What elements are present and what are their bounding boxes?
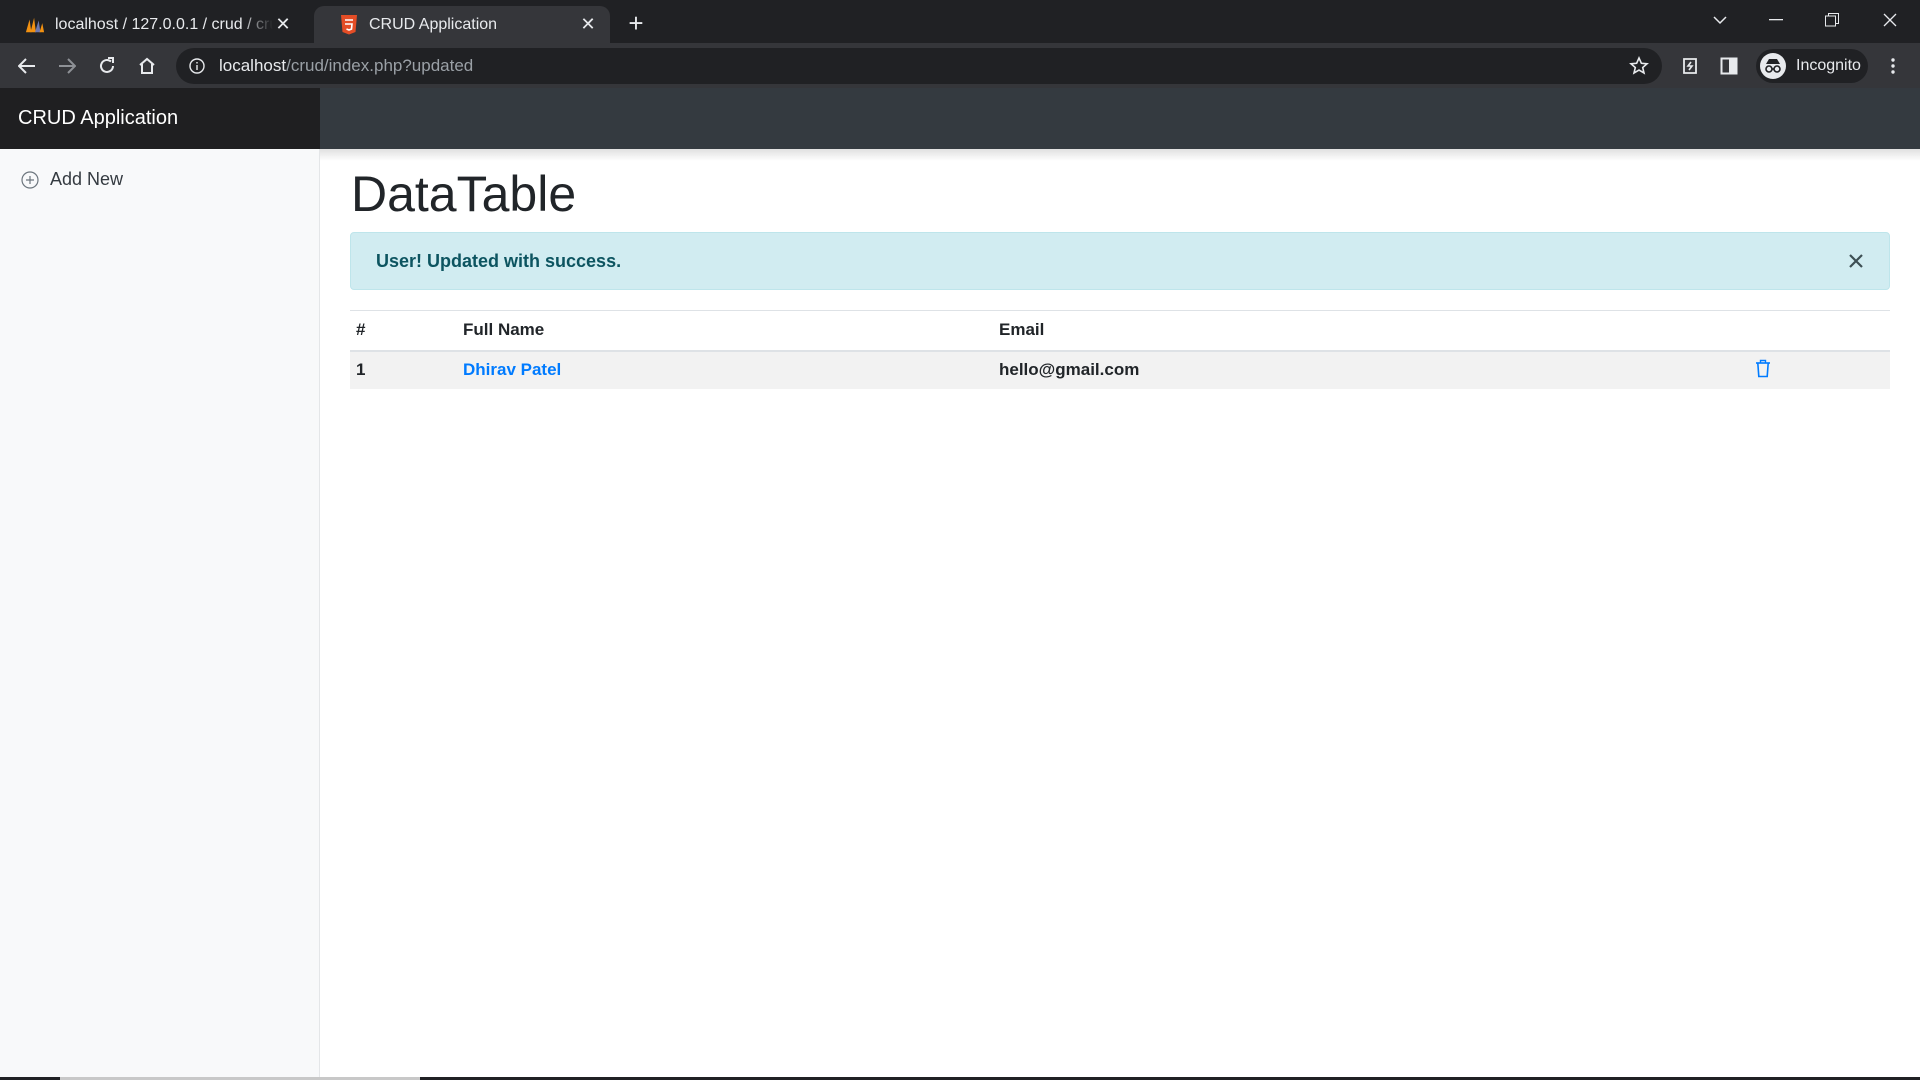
row-id: 1 <box>356 360 366 379</box>
browser-tab-strip: localhost / 127.0.0.1 / crud / crud ✕ CR… <box>0 0 1920 43</box>
success-alert: User! Updated with success. <box>350 232 1890 290</box>
home-icon[interactable] <box>130 49 164 83</box>
minimize-icon[interactable] <box>1748 0 1804 40</box>
page-title: DataTable <box>351 166 577 222</box>
column-header-number: # <box>350 310 457 352</box>
brand-title[interactable]: CRUD Application <box>0 88 320 149</box>
back-arrow-icon[interactable] <box>10 49 44 83</box>
users-table: # Full Name Email 1 Dhirav Patel hello@g… <box>350 310 1890 389</box>
address-bar[interactable]: localhost/crud/index.php?updated <box>176 48 1662 84</box>
tab-search-chevron-icon[interactable] <box>1692 0 1748 40</box>
restore-icon[interactable] <box>1804 0 1860 40</box>
sidebar: Add New <box>0 149 320 1080</box>
kebab-menu-icon[interactable] <box>1876 49 1910 83</box>
alert-message: User! Updated with success. <box>376 250 622 271</box>
incognito-profile-button[interactable]: Incognito <box>1756 49 1868 83</box>
tab-title: CRUD Application <box>369 15 498 33</box>
sidebar-item-label: Add New <box>50 169 124 189</box>
tab-phpmyadmin[interactable]: localhost / 127.0.0.1 / crud / crud ✕ <box>0 6 305 43</box>
incognito-label: Incognito <box>1796 57 1861 74</box>
table-row: 1 Dhirav Patel hello@gmail.com <box>350 350 1890 389</box>
table-header-row: # Full Name Email <box>350 310 1890 352</box>
column-header-email: Email <box>993 310 1738 352</box>
plus-circle-icon <box>20 170 40 190</box>
row-actions-cell <box>1738 351 1890 389</box>
html5-icon <box>339 14 359 35</box>
column-header-actions <box>1738 310 1890 352</box>
browser-toolbar: localhost/crud/index.php?updated Incogni… <box>0 43 1920 88</box>
close-tab-icon[interactable]: ✕ <box>578 14 598 35</box>
phpmyadmin-icon <box>25 15 45 35</box>
side-panel-icon[interactable] <box>1712 49 1746 83</box>
extension-icon[interactable] <box>1673 49 1707 83</box>
new-tab-button[interactable]: + <box>622 8 650 38</box>
site-info-icon[interactable] <box>187 56 207 76</box>
row-email: hello@gmail.com <box>999 360 1140 379</box>
edit-user-link[interactable]: Dhirav Patel <box>463 360 561 379</box>
app-navbar: CRUD Application <box>0 88 1920 149</box>
incognito-icon <box>1760 53 1786 79</box>
column-header-full-name: Full Name <box>457 310 993 352</box>
row-full-name-cell: Dhirav Patel <box>457 351 993 389</box>
url-text: localhost/crud/index.php?updated <box>219 56 474 75</box>
trash-icon[interactable] <box>1753 357 1773 379</box>
close-window-icon[interactable] <box>1862 0 1918 40</box>
reload-icon[interactable] <box>90 49 124 83</box>
sidebar-item-add-new[interactable]: Add New <box>20 169 123 190</box>
forward-arrow-icon[interactable] <box>50 49 84 83</box>
close-tab-icon[interactable]: ✕ <box>273 14 293 35</box>
tab-title: localhost / 127.0.0.1 / crud / crud <box>55 15 273 33</box>
tab-crud-application[interactable]: CRUD Application ✕ <box>314 6 610 43</box>
close-alert-icon[interactable] <box>1845 250 1867 272</box>
brand-text: CRUD Application <box>18 107 179 129</box>
bookmark-star-icon[interactable] <box>1628 55 1650 77</box>
